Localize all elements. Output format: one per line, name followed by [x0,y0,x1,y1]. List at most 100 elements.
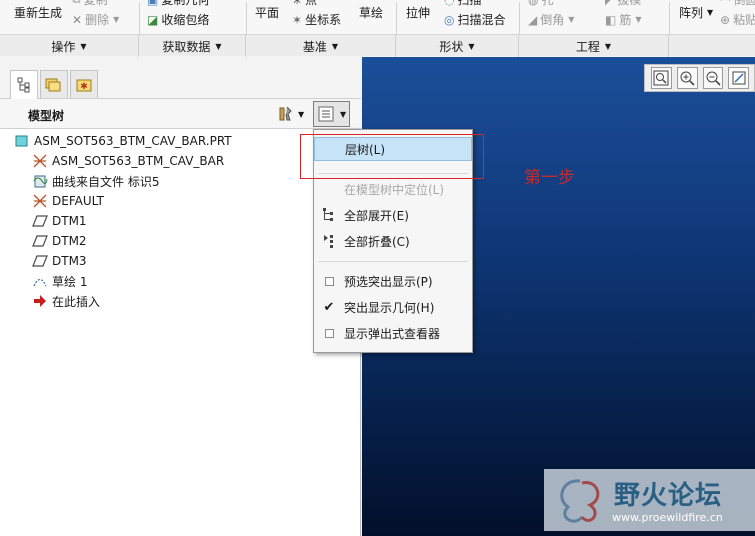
paste-label: 粘贴 [733,13,755,27]
tree-item-csys[interactable]: ASM_SOT563_BTM_CAV_BAR [32,151,224,171]
draft-label: 拔模 [617,0,642,7]
shrinkwrap-button[interactable]: ◪ 收缩包络 [147,11,209,28]
draft-icon: ◤ [605,0,614,7]
view-toolbar [644,64,755,92]
rib-button[interactable]: ◧ 筋 ▼ [605,11,642,28]
datum-plane-icon [32,213,48,229]
delete-label: 删除 [85,13,110,27]
tree-item-curve[interactable]: 曲线来自文件 标识5 [32,171,159,191]
zoom-out-button[interactable] [702,67,724,89]
group-datum-label: 基准 [302,39,327,54]
menu-item-preselection-highlight[interactable]: 预选突出显示(P) [314,269,472,293]
group-shapes-label: 形状 [439,39,464,54]
tree-item-label: DTM3 [52,254,87,268]
extrude-button[interactable]: 拉伸 [406,4,430,21]
extrude-label: 拉伸 [406,6,431,20]
tree-item-insert-here[interactable]: 在此插入 [32,291,100,311]
datum-plane-icon [32,233,48,249]
tree-item-dtm2[interactable]: DTM2 [32,231,87,251]
chevron-down-icon: ▼ [113,15,120,24]
tab-model-tree[interactable] [10,70,38,99]
group-engineering[interactable]: 工程 ▼ [519,35,669,57]
paste-icon: ⊕ [720,12,731,27]
checkbox-unchecked-icon [324,276,334,286]
chamfer-button[interactable]: ◢ 倒角 ▼ [528,11,574,28]
menu-item-collapse-all[interactable]: 全部折叠(C) [314,229,472,253]
round-button[interactable]: ◠ 倒圆角 [720,0,755,8]
paste-button[interactable]: ⊕ 粘贴 [720,11,755,28]
menu-item-label: 在模型树中定位(L) [344,182,445,197]
point-button[interactable]: ✳ 点 [292,0,317,8]
insert-arrow-icon [32,293,48,309]
csys-icon: ✶ [292,12,303,27]
tab-favorites[interactable]: ✱ [70,70,98,98]
delete-button[interactable]: ✕ 删除 ▼ [72,11,119,28]
menu-item-locate-in-tree[interactable]: 在模型树中定位(L) [314,177,472,201]
tree-item-dtm1[interactable]: DTM1 [32,211,87,231]
round-icon: ◠ [720,0,730,7]
csys-button[interactable]: ✶ 坐标系 [292,11,341,28]
menu-separator [318,261,468,262]
menu-item-label: 突出显示几何(H) [344,300,435,315]
refit-button[interactable] [651,67,672,89]
repaint-button[interactable] [728,67,749,89]
zoom-in-button[interactable] [676,67,698,89]
sketch-button[interactable]: 草绘 [359,4,383,21]
group-get-data[interactable]: 获取数据 ▼ [139,35,246,57]
tab-folder-browser[interactable] [40,70,68,98]
menu-item-label: 预选突出显示(P) [344,274,433,289]
highlight-box [300,134,484,179]
shrinkwrap-icon: ◪ [147,12,159,27]
menu-item-highlight-geometry[interactable]: ✔ 突出显示几何(H) [314,295,472,319]
round-label: 倒圆角 [733,0,755,7]
tree-item-default-csys[interactable]: DEFAULT [32,191,104,211]
group-shapes[interactable]: 形状 ▼ [396,35,519,57]
tree-item-label: 草绘 1 [52,274,88,289]
folder-stack-icon [45,78,61,91]
navigator-panel: ✱ 模型树 ▼ ▼ ASM_SOT563_BTM_CAV_BAR.PRT ASM… [0,57,361,536]
tree-item-label: DTM2 [52,234,87,248]
zoom-out-icon [706,71,721,86]
pattern-label: 阵列 [679,6,704,20]
hole-label: 孔 [541,0,554,7]
copy-label: 复制 [83,0,108,7]
group-datum[interactable]: 基准 ▼ [246,35,396,57]
tree-item-sketch[interactable]: 草绘 1 [32,271,87,291]
sweep-icon: ◌ [444,0,454,7]
favorites-folder-icon: ✱ [76,79,92,92]
sketch-icon [32,273,48,289]
chevron-down-icon: ▼ [568,15,575,24]
copy-geometry-button[interactable]: ▣ 复制几何 [147,0,209,8]
group-operations-label: 操作 [51,39,76,54]
zoom-in-icon [680,71,695,86]
checkbox-unchecked-icon [324,328,334,338]
group-operations[interactable]: 操作 ▼ [0,35,139,57]
hole-icon: ◍ [528,0,538,7]
point-label: 点 [305,0,318,7]
tree-settings-button[interactable]: ▼ [313,101,351,127]
menu-item-expand-all[interactable]: 全部展开(E) [314,203,472,227]
copy-button[interactable]: ⧉ 复制 [72,0,108,8]
collapse-all-icon [314,233,344,249]
chamfer-icon: ◢ [528,12,538,27]
regenerate-label: 重新生成 [14,6,63,20]
regenerate-button[interactable]: 重新生成 [14,4,62,21]
hole-button[interactable]: ◍ 孔 [528,0,554,8]
menu-item-show-popup-viewer[interactable]: 显示弹出式查看器 [314,321,472,345]
forum-watermark: 野火论坛 www.proewildfire.cn [544,469,755,531]
csys-label: 坐标系 [305,13,342,27]
pattern-button[interactable]: 阵列 ▼ [679,4,713,21]
csys-icon [32,153,48,169]
forum-url: www.proewildfire.cn [612,511,723,524]
tree-item-label: DEFAULT [52,194,104,208]
tree-item-dtm3[interactable]: DTM3 [32,251,87,271]
tree-filter-button[interactable]: ▼ [276,101,304,127]
group-engineering-label: 工程 [575,39,600,54]
csys-icon [32,193,48,209]
sweep-button[interactable]: ◌ 扫描 [444,0,482,8]
tree-item-part[interactable]: ASM_SOT563_BTM_CAV_BAR.PRT [14,131,232,151]
draft-button[interactable]: ◤ 拔模 [605,0,641,8]
swept-blend-button[interactable]: ◎ 扫描混合 [444,11,506,28]
tree-item-label: ASM_SOT563_BTM_CAV_BAR [52,154,225,168]
plane-button[interactable]: 平面 [255,4,279,21]
